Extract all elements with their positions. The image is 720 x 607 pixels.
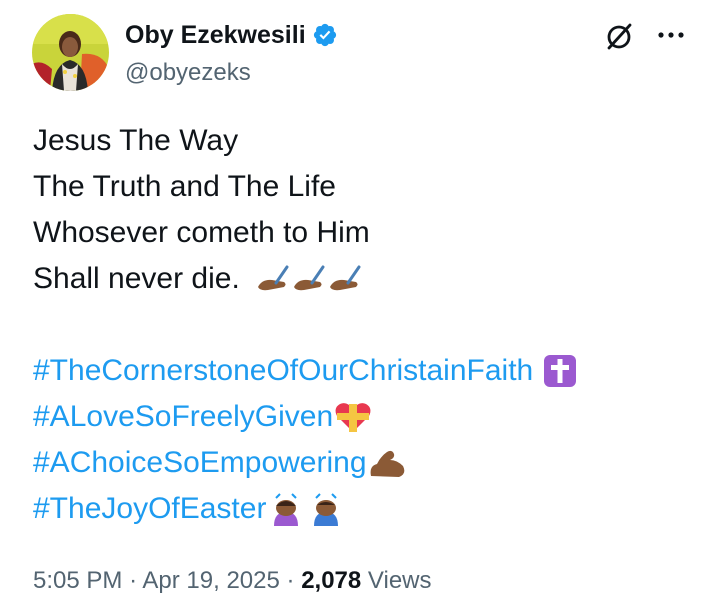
writing-hand-emoji-icon bbox=[254, 263, 290, 295]
tweet: Oby Ezekwesili @obyezeks Jesus The Way T… bbox=[0, 0, 720, 607]
hashtag-link[interactable]: #TheJoyOfEaster bbox=[33, 486, 266, 532]
author-name[interactable]: Oby Ezekwesili bbox=[125, 20, 306, 50]
latin-cross-emoji-icon bbox=[543, 354, 577, 388]
tweet-line: Jesus The Way bbox=[33, 118, 577, 164]
tweet-line-text: Jesus The Way bbox=[33, 124, 239, 157]
flexed-biceps-emoji-icon bbox=[367, 446, 407, 480]
tweet-line-text: Whosever cometh to Him bbox=[33, 216, 370, 249]
avatar[interactable] bbox=[32, 14, 109, 91]
tweet-line-text: The Truth and The Life bbox=[33, 170, 336, 203]
heart-with-ribbon-emoji-icon bbox=[333, 400, 373, 434]
separator: · bbox=[129, 567, 138, 594]
tweet-line: The Truth and The Life bbox=[33, 164, 577, 210]
hashtag-line: #TheJoyOfEaster bbox=[33, 486, 577, 532]
tweet-line-text: Shall never die. bbox=[33, 262, 240, 295]
views-label[interactable]: Views bbox=[368, 567, 432, 594]
verified-badge-icon[interactable] bbox=[312, 22, 338, 48]
tweet-line: Whosever cometh to Him bbox=[33, 210, 577, 256]
views-count[interactable]: 2,078 bbox=[301, 567, 361, 594]
tweet-text: Jesus The Way The Truth and The Life Who… bbox=[33, 118, 577, 532]
hashtag-link[interactable]: #AChoiceSoEmpowering bbox=[33, 440, 367, 486]
hashtag-link[interactable]: #ALoveSoFreelyGiven bbox=[33, 394, 333, 440]
avatar-image bbox=[32, 14, 109, 91]
writing-hand-emoji-icon bbox=[326, 263, 362, 295]
man-bowing-emoji-icon bbox=[306, 492, 346, 526]
more-options-icon[interactable] bbox=[656, 28, 686, 42]
tweet-time[interactable]: 5:05 PM bbox=[33, 567, 122, 594]
grok-icon[interactable] bbox=[603, 20, 635, 52]
hashtag-link[interactable]: #TheCornerstoneOfOurChristainFaith bbox=[33, 348, 533, 394]
separator: · bbox=[286, 567, 295, 594]
writing-hand-emoji-icon bbox=[290, 263, 326, 295]
tweet-date[interactable]: Apr 19, 2025 bbox=[142, 567, 279, 594]
hashtag-line: #TheCornerstoneOfOurChristainFaith bbox=[33, 348, 577, 394]
author-name-row[interactable]: Oby Ezekwesili bbox=[125, 20, 338, 50]
person-bowing-emoji-icon bbox=[266, 492, 306, 526]
tweet-meta: 5:05 PM · Apr 19, 2025 · 2,078 Views bbox=[33, 563, 432, 599]
hashtag-line: #ALoveSoFreelyGiven bbox=[33, 394, 577, 440]
tweet-line: Shall never die. bbox=[33, 256, 577, 302]
hashtag-line: #AChoiceSoEmpowering bbox=[33, 440, 577, 486]
author-handle[interactable]: @obyezeks bbox=[125, 58, 251, 88]
